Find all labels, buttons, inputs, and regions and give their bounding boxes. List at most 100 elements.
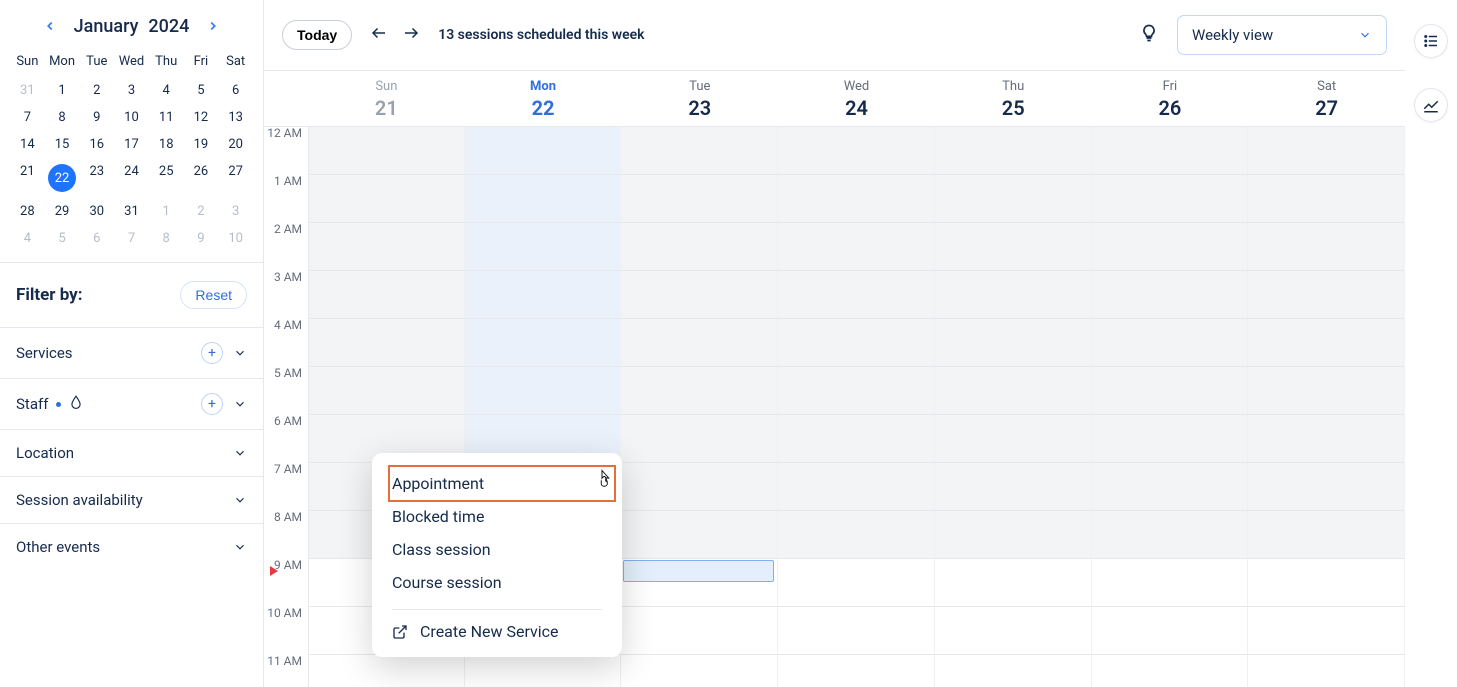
time-slot[interactable] xyxy=(621,655,778,687)
mini-cal-day[interactable]: 4 xyxy=(149,77,184,104)
time-slot[interactable] xyxy=(1092,271,1249,319)
time-slot[interactable] xyxy=(1092,607,1249,655)
time-slot[interactable] xyxy=(465,127,622,175)
menu-appointment[interactable]: Appointment xyxy=(392,467,602,500)
time-slot[interactable] xyxy=(621,463,778,511)
day-header[interactable]: Wed24 xyxy=(778,71,935,126)
mini-cal-day[interactable]: 19 xyxy=(184,131,219,158)
filter-location[interactable]: Location xyxy=(0,429,263,476)
time-slot[interactable] xyxy=(1248,511,1405,559)
time-slot[interactable] xyxy=(935,319,1092,367)
week-prev-arrow[interactable] xyxy=(370,24,388,46)
time-slot[interactable] xyxy=(935,511,1092,559)
mini-cal-day[interactable]: 8 xyxy=(149,225,184,252)
mini-cal-day[interactable]: 10 xyxy=(114,104,149,131)
time-slot[interactable] xyxy=(778,319,935,367)
mini-cal-day[interactable]: 10 xyxy=(218,225,253,252)
time-slot[interactable] xyxy=(778,271,935,319)
mini-cal-day[interactable]: 14 xyxy=(10,131,45,158)
day-header[interactable]: Thu25 xyxy=(935,71,1092,126)
mini-cal-day[interactable]: 27 xyxy=(218,158,253,198)
mini-cal-day[interactable]: 26 xyxy=(184,158,219,198)
mini-cal-day[interactable]: 7 xyxy=(10,104,45,131)
time-slot[interactable] xyxy=(935,175,1092,223)
time-slot[interactable] xyxy=(935,127,1092,175)
time-slot[interactable] xyxy=(621,367,778,415)
time-slot[interactable] xyxy=(1248,607,1405,655)
mini-cal-day[interactable]: 23 xyxy=(79,158,114,198)
time-slot[interactable] xyxy=(935,223,1092,271)
time-slot[interactable] xyxy=(778,655,935,687)
time-slot[interactable] xyxy=(308,655,465,687)
time-slot[interactable] xyxy=(308,319,465,367)
time-slot[interactable] xyxy=(621,271,778,319)
mini-cal-day[interactable]: 25 xyxy=(149,158,184,198)
time-slot[interactable] xyxy=(778,511,935,559)
time-slot[interactable] xyxy=(778,367,935,415)
time-slot[interactable] xyxy=(465,319,622,367)
mini-cal-day[interactable]: 13 xyxy=(218,104,253,131)
mini-cal-day[interactable]: 12 xyxy=(184,104,219,131)
time-slot[interactable] xyxy=(1248,319,1405,367)
time-slot[interactable] xyxy=(1248,271,1405,319)
time-slot[interactable] xyxy=(778,463,935,511)
time-slot[interactable] xyxy=(465,367,622,415)
time-slot[interactable] xyxy=(935,607,1092,655)
mini-cal-day[interactable]: 9 xyxy=(79,104,114,131)
mini-cal-day[interactable]: 31 xyxy=(114,198,149,225)
time-slot[interactable] xyxy=(1092,367,1249,415)
time-slot[interactable] xyxy=(1248,655,1405,687)
mini-cal-prev[interactable] xyxy=(36,12,64,40)
mini-cal-day[interactable]: 8 xyxy=(45,104,80,131)
mini-cal-day[interactable]: 5 xyxy=(184,77,219,104)
mini-cal-day[interactable]: 22 xyxy=(45,158,80,198)
mini-cal-day[interactable]: 29 xyxy=(45,198,80,225)
time-slot[interactable] xyxy=(621,223,778,271)
day-header[interactable]: Fri26 xyxy=(1092,71,1249,126)
time-slot[interactable] xyxy=(1092,511,1249,559)
time-slot[interactable] xyxy=(778,223,935,271)
menu-create-new-service[interactable]: Create New Service xyxy=(392,618,602,641)
time-slot[interactable] xyxy=(1248,559,1405,607)
day-header[interactable]: Sat27 xyxy=(1248,71,1405,126)
filter-reset-button[interactable]: Reset xyxy=(180,281,247,309)
time-slot[interactable] xyxy=(935,463,1092,511)
time-slot[interactable] xyxy=(778,559,935,607)
menu-blocked-time[interactable]: Blocked time xyxy=(392,500,602,533)
add-service-icon[interactable]: + xyxy=(201,342,223,364)
time-slot[interactable] xyxy=(1092,175,1249,223)
time-slot[interactable] xyxy=(1092,415,1249,463)
mini-cal-day[interactable]: 28 xyxy=(10,198,45,225)
list-view-icon[interactable] xyxy=(1414,24,1448,58)
mini-cal-day[interactable]: 1 xyxy=(149,198,184,225)
mini-cal-day[interactable]: 17 xyxy=(114,131,149,158)
time-slot[interactable] xyxy=(1248,175,1405,223)
filter-staff[interactable]: Staff + xyxy=(0,378,263,429)
filter-other-events[interactable]: Other events xyxy=(0,523,263,570)
time-slot[interactable] xyxy=(308,271,465,319)
menu-course-session[interactable]: Course session xyxy=(392,566,602,599)
mini-cal-day[interactable]: 3 xyxy=(218,198,253,225)
analytics-icon[interactable] xyxy=(1414,88,1448,122)
mini-cal-day[interactable]: 5 xyxy=(45,225,80,252)
mini-cal-day[interactable]: 30 xyxy=(79,198,114,225)
mini-cal-day[interactable]: 6 xyxy=(79,225,114,252)
mini-cal-day[interactable]: 7 xyxy=(114,225,149,252)
time-slot[interactable] xyxy=(621,175,778,223)
insights-icon[interactable] xyxy=(1139,23,1159,47)
mini-cal-day[interactable]: 15 xyxy=(45,131,80,158)
time-slot[interactable] xyxy=(778,175,935,223)
time-slot[interactable] xyxy=(621,607,778,655)
time-slot[interactable] xyxy=(621,127,778,175)
time-slot[interactable] xyxy=(1248,463,1405,511)
time-slot[interactable] xyxy=(935,367,1092,415)
add-staff-icon[interactable]: + xyxy=(201,393,223,415)
time-slot[interactable] xyxy=(465,223,622,271)
time-slot[interactable] xyxy=(778,127,935,175)
view-select[interactable]: Weekly view xyxy=(1177,15,1387,55)
time-slot[interactable] xyxy=(621,319,778,367)
mini-cal-day[interactable]: 18 xyxy=(149,131,184,158)
time-slot[interactable] xyxy=(935,655,1092,687)
week-next-arrow[interactable] xyxy=(402,24,420,46)
mini-cal-day[interactable]: 1 xyxy=(45,77,80,104)
